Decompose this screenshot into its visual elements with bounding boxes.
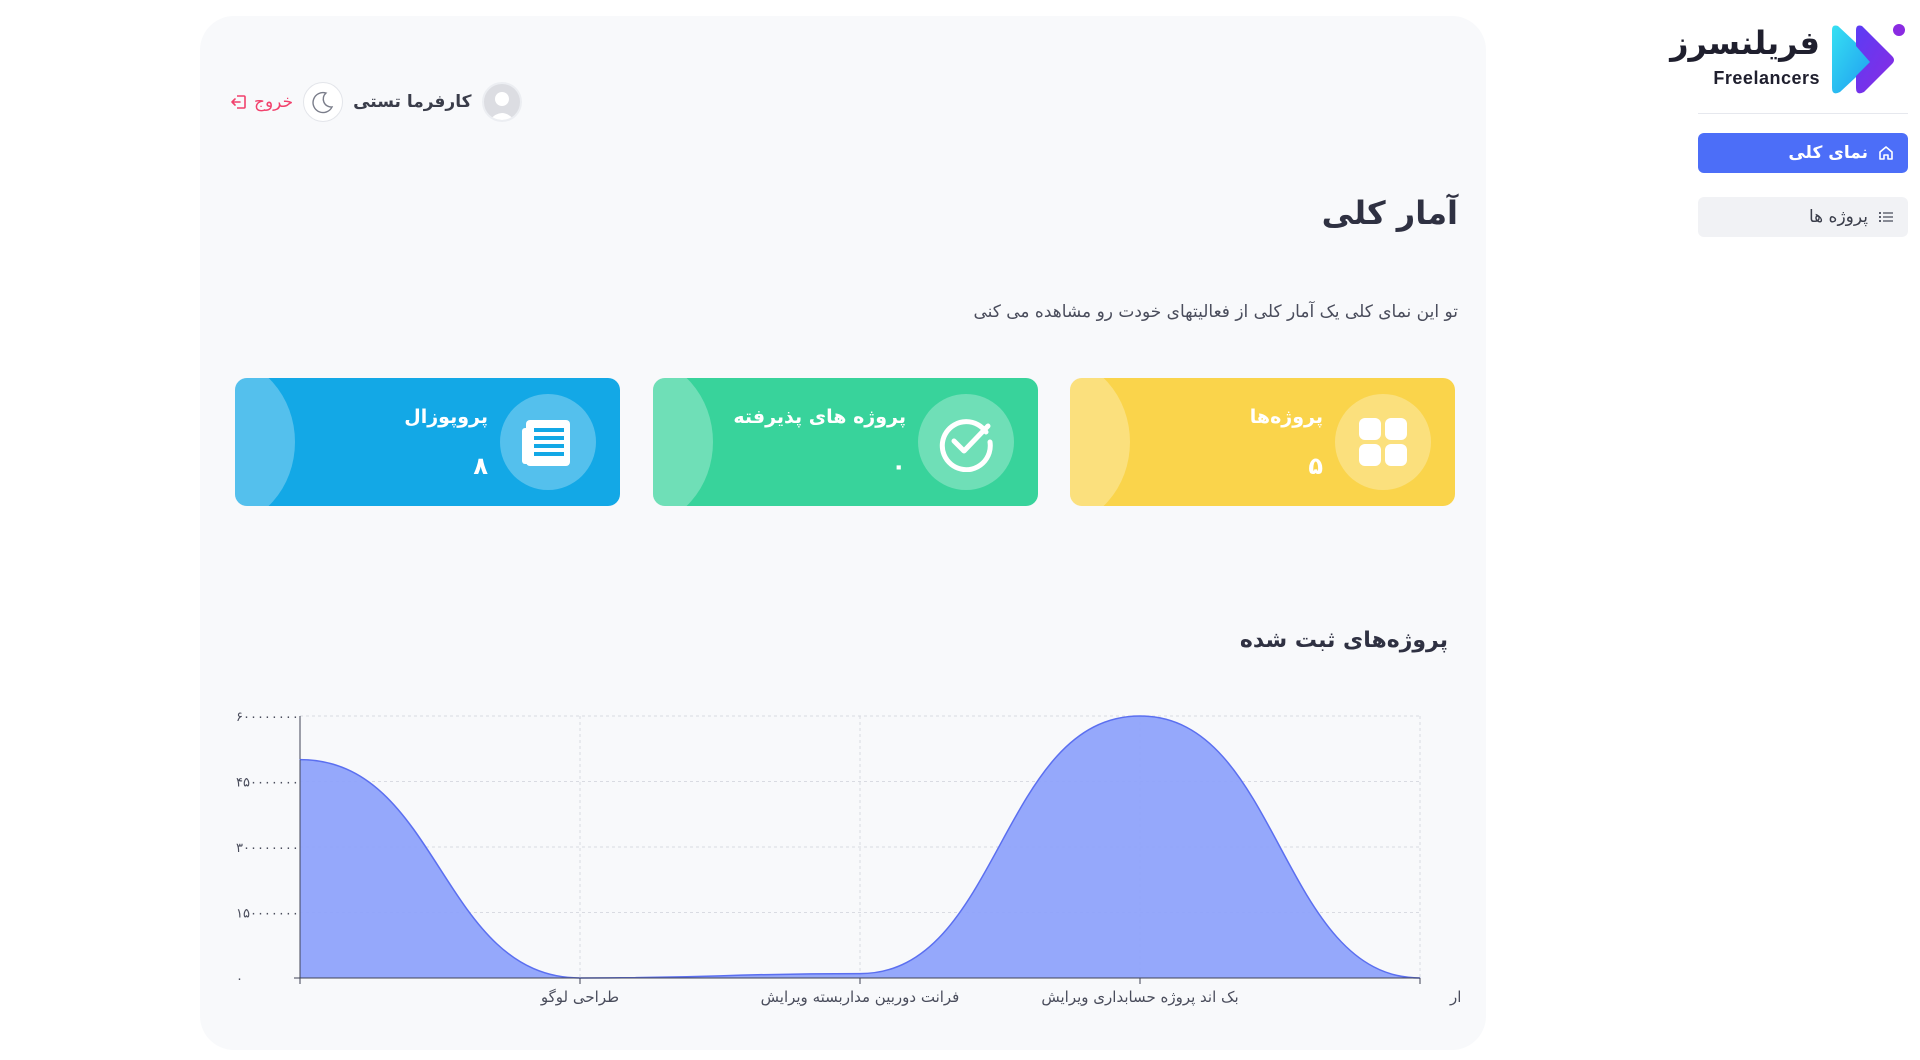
- brand-name-fa: فریلنسرز: [1670, 24, 1820, 62]
- chart-x-tick-label: تست نرم افزار: [1449, 988, 1460, 1006]
- projects-area-chart: ۰ ۱۵۰۰۰۰۰۰۰ ۳۰۰۰۰۰۰۰۰ ۴۵۰۰۰۰۰۰۰ ۶۰۰۰۰۰۰۰۰ طرا…: [230, 696, 1460, 1016]
- chart-title: پروژه‌های ثبت شده: [1239, 628, 1448, 653]
- logout-icon: [231, 95, 246, 109]
- stat-card-accepted-projects[interactable]: پروژه های پذیرفته ۰: [653, 378, 1038, 506]
- user-name: کارفرما تستی: [353, 92, 472, 112]
- list-icon: [1879, 212, 1893, 222]
- stat-card-value: ۸: [473, 452, 488, 480]
- chart-y-tick-label: ۱۵۰۰۰۰۰۰۰: [236, 907, 299, 922]
- chart-x-tick-label: بک اند پروژه حسابداری ویرایش: [1041, 988, 1238, 1007]
- sidebar-item-label: نمای کلی: [1788, 143, 1868, 163]
- stat-card-label: پروژه های پذیرفته: [733, 406, 906, 428]
- grid-icon: [1335, 394, 1431, 490]
- sidebar-divider: [1698, 113, 1908, 114]
- sidebar-item-overview[interactable]: نمای کلی: [1698, 133, 1908, 173]
- chart-y-tick-label: ۴۵۰۰۰۰۰۰۰: [236, 776, 299, 791]
- logout-label: خروج: [254, 92, 294, 112]
- chart-x-tick-label: فرانت دوربین مداربسته ویرایش: [761, 988, 960, 1006]
- stat-card-label: پروپوزال: [404, 406, 488, 428]
- check-circle-icon: [918, 394, 1014, 490]
- card-decoration: [1070, 378, 1130, 506]
- chart-data-point: [299, 759, 301, 761]
- logout-button[interactable]: خروج: [230, 92, 293, 112]
- sidebar: فریلنسرز Freelancers نمای کلی پروژه ها: [1670, 0, 1920, 1060]
- stat-card-projects[interactable]: پروژه‌ها ۵: [1070, 378, 1455, 506]
- chart-y-tick-label: ۳۰۰۰۰۰۰۰۰: [236, 841, 299, 856]
- chart-data-point: [859, 973, 861, 975]
- avatar-silhouette-icon: [489, 92, 514, 120]
- card-decoration: [235, 378, 295, 506]
- document-icon: [500, 394, 596, 490]
- chart-data-point: [1139, 715, 1141, 717]
- sidebar-item-projects[interactable]: پروژه ها: [1698, 197, 1908, 237]
- home-icon: [1879, 146, 1893, 160]
- theme-toggle-button[interactable]: [303, 82, 344, 122]
- stat-card-value: ۰: [891, 452, 906, 480]
- stat-card-label: پروژه‌ها: [1249, 406, 1323, 428]
- chart-y-tick-label: ۶۰۰۰۰۰۰۰۰: [236, 710, 299, 725]
- sidebar-item-label: پروژه ها: [1809, 207, 1868, 227]
- stat-card-proposals[interactable]: پروپوزال ۸: [235, 378, 620, 506]
- brand-name-en: Freelancers: [1713, 68, 1820, 88]
- user-avatar-icon[interactable]: [481, 82, 522, 122]
- chart-x-tick-label: طراحی لوگو: [540, 988, 619, 1006]
- stat-card-value: ۵: [1308, 452, 1323, 480]
- brand[interactable]: فریلنسرز Freelancers: [1670, 20, 1906, 98]
- chart-svg: ۰ ۱۵۰۰۰۰۰۰۰ ۳۰۰۰۰۰۰۰۰ ۴۵۰۰۰۰۰۰۰ ۶۰۰۰۰۰۰۰۰ طرا…: [236, 710, 1460, 1007]
- main-panel: خروج کارفرما تستی آمار کلی تو این نمای ک…: [200, 16, 1486, 1050]
- user-bar: خروج کارفرما تستی: [230, 80, 522, 124]
- moon-icon: [312, 91, 334, 114]
- page-title: آمار کلی: [1321, 194, 1458, 232]
- freelancers-logo-icon: [1832, 24, 1905, 94]
- card-decoration: [653, 378, 713, 506]
- page-description: تو این نمای کلی یک آمار کلی از فعالیتهای…: [973, 302, 1458, 322]
- chart-y-tick-label: ۰: [236, 972, 243, 987]
